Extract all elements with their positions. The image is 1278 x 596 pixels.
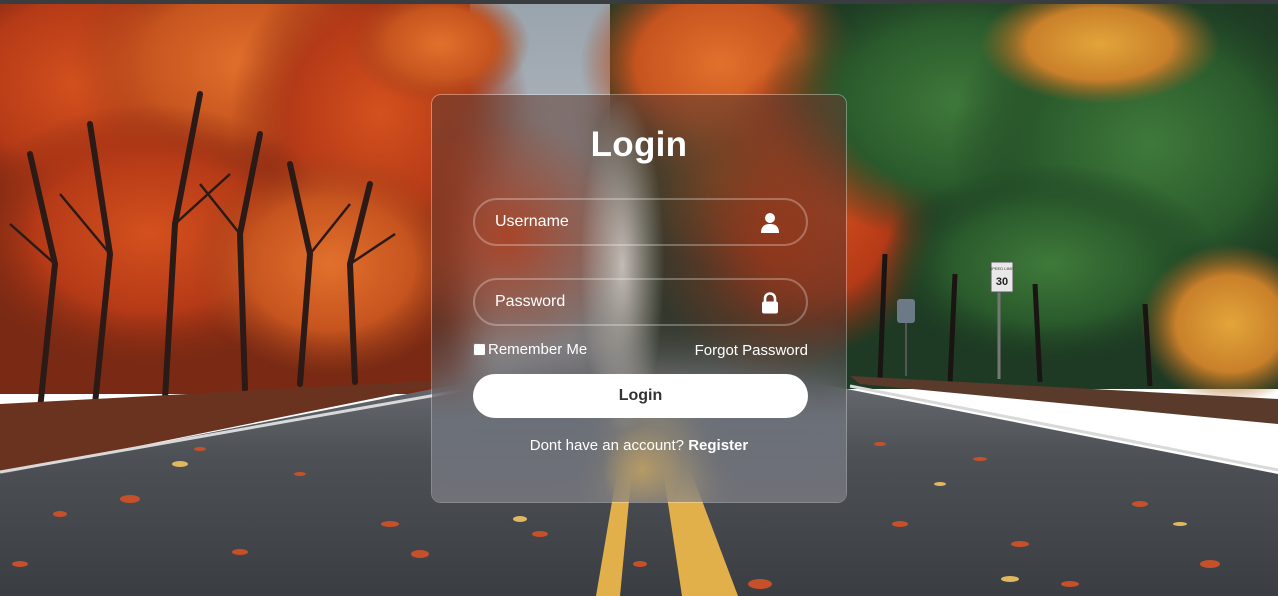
sign-speed-value: 30 [996,276,1008,288]
remember-checkbox[interactable] [473,343,486,356]
user-icon [761,213,779,233]
register-prompt: Dont have an account? [529,437,689,454]
sign-text-top: SPEED LIMIT [990,266,1015,271]
login-button[interactable]: Login [473,374,808,418]
window-top-bar [0,0,1278,4]
remember-me[interactable]: Remember Me [473,341,587,358]
forgot-password-link[interactable]: Forgot Password [695,342,808,359]
register-row: Dont have an account? Register [432,437,846,454]
options-row: Remember Me Forgot Password [473,341,808,361]
lock-icon [762,292,778,314]
register-link[interactable]: Register [688,437,748,454]
username-field [473,198,808,246]
password-field [473,278,808,326]
password-input[interactable] [475,280,806,324]
username-input[interactable] [475,200,806,244]
login-card: Login Remember Me Forgot Password Login [431,94,847,503]
login-title: Login [590,125,688,164]
remember-label: Remember Me [488,341,588,358]
